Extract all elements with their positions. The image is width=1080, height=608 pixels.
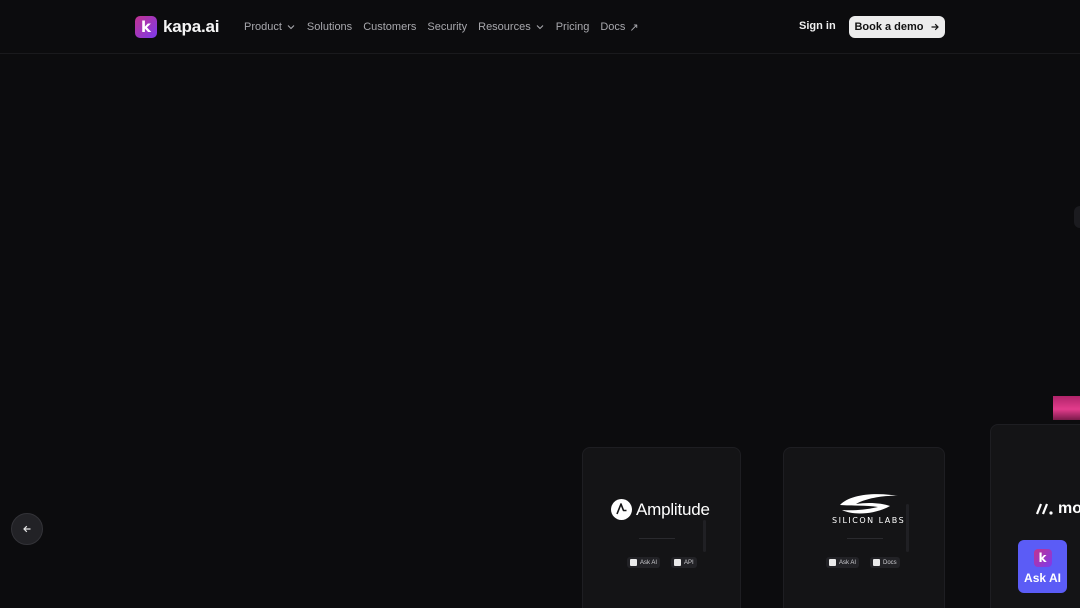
chip-label: API: [684, 559, 694, 566]
nav-product[interactable]: Product: [244, 21, 296, 33]
nav-docs-label: Docs: [600, 21, 626, 33]
customer-card-silicon-labs[interactable]: SILICON LABS Ask AI Docs: [783, 447, 945, 608]
nav-product-label: Product: [244, 21, 282, 33]
carousel-prev-button[interactable]: [11, 513, 43, 545]
arrow-left-icon: [23, 525, 31, 533]
divider: [847, 538, 883, 539]
scroll-indicator: [906, 504, 909, 552]
book-demo-button[interactable]: Book a demo: [849, 16, 945, 38]
silicon-labs-logo: SILICON LABS: [832, 492, 905, 525]
customer-card-amplitude[interactable]: Amplitude Ask AI API: [582, 447, 741, 608]
top-navbar: k kapa.ai Product Solutions Customers Se…: [0, 0, 1080, 54]
chevron-down-icon: [287, 25, 295, 30]
chip-label: Ask AI: [839, 559, 857, 566]
square-icon: [630, 559, 637, 566]
nav-resources-label: Resources: [478, 21, 531, 33]
partial-brand-name: mo: [1058, 500, 1080, 517]
nav-docs[interactable]: Docs ↗: [600, 21, 638, 34]
nav-pricing[interactable]: Pricing: [556, 21, 590, 33]
nav-security[interactable]: Security: [427, 21, 467, 33]
slash-logo-icon: [1036, 503, 1053, 515]
chevron-down-icon: [536, 25, 544, 30]
partial-brand-logo: mo: [1036, 500, 1080, 518]
ask-ai-widget[interactable]: k Ask AI: [1018, 540, 1067, 593]
amplitude-logo-icon: [611, 499, 632, 520]
main-nav: Product Solutions Customers Security Res…: [244, 19, 650, 35]
book-demo-label: Book a demo: [854, 21, 924, 33]
nav-solutions[interactable]: Solutions: [307, 21, 352, 33]
chip-label: Docs: [883, 559, 897, 566]
silicon-labs-name: SILICON LABS: [832, 516, 906, 525]
pink-gradient-strip: [1053, 396, 1080, 420]
ask-ai-label: Ask AI: [1024, 570, 1061, 585]
kapa-logo-icon: k: [1033, 548, 1052, 567]
chip-api: API: [671, 557, 697, 568]
square-icon: [829, 559, 836, 566]
chip-label: Ask AI: [640, 559, 658, 566]
arrow-right-icon: [931, 23, 939, 31]
brand-logo[interactable]: k kapa.ai: [135, 16, 219, 38]
kapa-logo-icon: k: [135, 16, 157, 38]
external-link-icon: ↗: [629, 21, 639, 34]
divider: [639, 538, 675, 539]
square-icon: [674, 559, 681, 566]
sign-in-link[interactable]: Sign in: [799, 20, 836, 32]
chip-docs: Docs: [870, 557, 900, 568]
edge-decoration: [1074, 206, 1080, 228]
square-icon: [873, 559, 880, 566]
brand-name: kapa.ai: [163, 17, 220, 36]
scroll-indicator: [703, 520, 706, 552]
nav-customers[interactable]: Customers: [363, 21, 416, 33]
amplitude-name: Amplitude: [636, 499, 710, 519]
nav-resources[interactable]: Resources: [478, 21, 545, 33]
chip-ask-ai: Ask AI: [826, 557, 860, 568]
silicon-labs-logo-icon: [839, 494, 898, 514]
chip-ask-ai: Ask AI: [627, 557, 661, 568]
amplitude-logo: Amplitude: [611, 499, 710, 520]
